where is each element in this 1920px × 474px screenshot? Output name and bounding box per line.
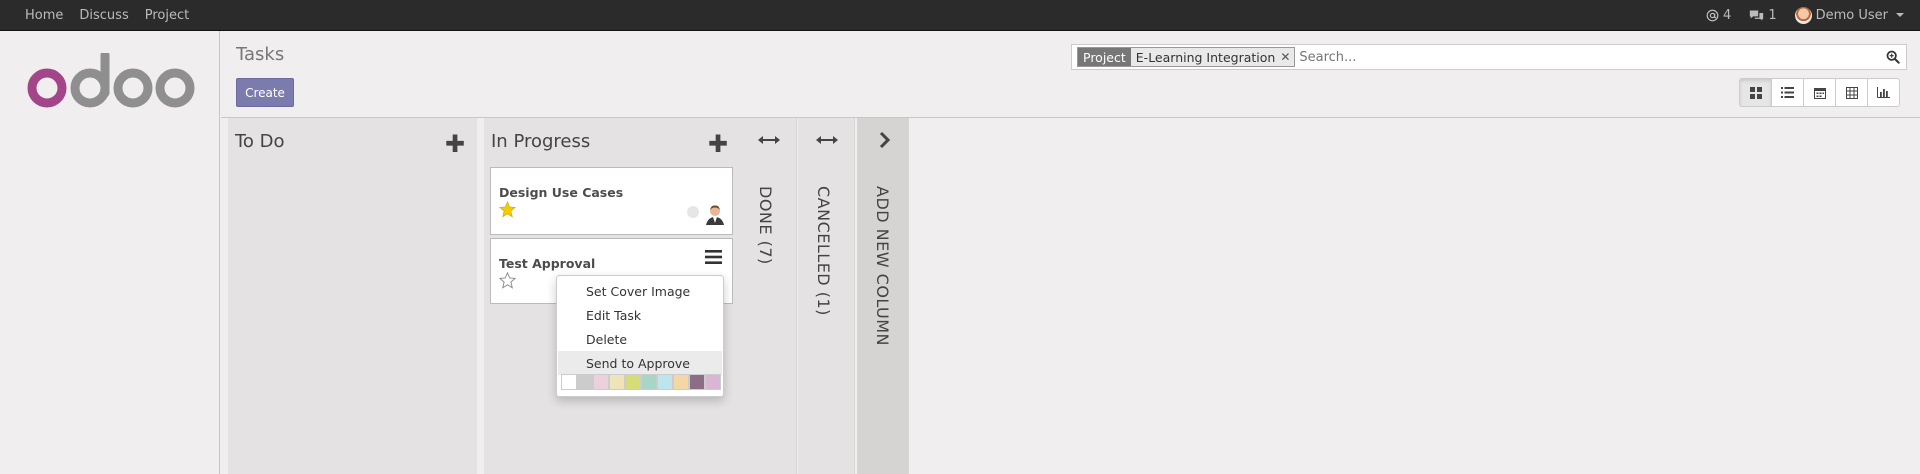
- systray: 4 1 Demo User: [1706, 0, 1904, 30]
- star-outline-icon[interactable]: [499, 272, 516, 289]
- kanban-state-dot[interactable]: [687, 206, 699, 218]
- color-swatch[interactable]: [689, 374, 705, 390]
- card-dropdown-menu: Set Cover Image Edit Task Delete Send to…: [556, 275, 724, 397]
- user-menu[interactable]: Demo User: [1794, 6, 1904, 24]
- color-swatch[interactable]: [641, 374, 657, 390]
- control-panel: Tasks Create Project E-Learning Integrat…: [221, 31, 1920, 118]
- graph-icon: [1877, 87, 1890, 98]
- chevron-down-icon: [1896, 13, 1904, 17]
- quick-create-plus-icon[interactable]: ✚: [708, 132, 728, 156]
- graph-view-button[interactable]: [1867, 78, 1900, 107]
- user-name: Demo User: [1815, 7, 1888, 23]
- user-avatar: [1794, 6, 1812, 24]
- menu-project[interactable]: Project: [145, 8, 189, 23]
- color-swatch[interactable]: [705, 374, 721, 390]
- pivot-icon: [1845, 86, 1858, 99]
- color-swatch[interactable]: [609, 374, 625, 390]
- facet-category: Project: [1078, 48, 1131, 66]
- folded-column-title: CANCELLED (1): [814, 186, 833, 316]
- create-button[interactable]: Create: [236, 78, 294, 107]
- kanban-view-button[interactable]: [1739, 78, 1772, 107]
- color-swatch[interactable]: [561, 374, 577, 390]
- color-swatch[interactable]: [625, 374, 641, 390]
- list-icon: [1781, 87, 1794, 98]
- kanban-card[interactable]: Design Use Cases: [490, 167, 733, 235]
- folded-column-done[interactable]: DONE (7): [740, 118, 797, 474]
- assignee-avatar: [704, 203, 726, 225]
- search-facet: Project E-Learning Integration ✕: [1077, 47, 1296, 67]
- search-bar[interactable]: Project E-Learning Integration ✕: [1071, 44, 1907, 70]
- menu-delete[interactable]: Delete: [558, 327, 722, 351]
- unfold-arrows-icon: [758, 136, 780, 144]
- view-switcher: [1739, 78, 1900, 107]
- star-filled-icon[interactable]: [499, 201, 516, 218]
- top-navbar: Home Discuss Project 4 1 Demo User: [0, 0, 1920, 31]
- menu-send-to-approve[interactable]: Send to Approve: [558, 351, 722, 375]
- mentions-count: 4: [1723, 7, 1732, 23]
- calendar-icon: [1813, 87, 1826, 99]
- facet-remove-icon[interactable]: ✕: [1280, 50, 1294, 64]
- color-swatch[interactable]: [673, 374, 689, 390]
- messages-button[interactable]: 1: [1749, 7, 1777, 23]
- search-icon[interactable]: [1886, 50, 1900, 64]
- main-menu: Home Discuss Project: [25, 0, 189, 30]
- at-sign-icon: [1706, 9, 1719, 21]
- mentions-button[interactable]: 4: [1706, 8, 1731, 23]
- menu-discuss[interactable]: Discuss: [79, 8, 128, 23]
- unfold-arrows-icon: [816, 136, 838, 144]
- facet-value: E-Learning Integration: [1135, 49, 1276, 65]
- card-title: Design Use Cases: [499, 185, 624, 200]
- folded-column-cancelled[interactable]: CANCELLED (1): [798, 118, 855, 474]
- column-title: To Do: [235, 131, 285, 152]
- add-new-column[interactable]: ADD NEW COLUMN: [857, 118, 909, 474]
- kanban-column-todo: To Do ✚: [228, 118, 477, 474]
- messages-count: 1: [1768, 7, 1777, 23]
- sidebar: [0, 31, 220, 474]
- color-swatch[interactable]: [593, 374, 609, 390]
- kanban-icon: [1749, 86, 1762, 99]
- calendar-view-button[interactable]: [1803, 78, 1836, 107]
- menu-edit-task[interactable]: Edit Task: [558, 303, 722, 327]
- column-title: In Progress: [491, 131, 591, 152]
- kanban-board: To Do ✚ In Progress ✚ Design Use Cases T…: [221, 118, 1920, 474]
- pivot-view-button[interactable]: [1835, 78, 1868, 107]
- color-swatch[interactable]: [577, 374, 593, 390]
- chevron-right-icon: [879, 132, 891, 148]
- search-input[interactable]: [1299, 49, 1906, 65]
- color-picker: [561, 374, 721, 390]
- comments-icon: [1750, 10, 1764, 20]
- card-menu-icon[interactable]: [705, 250, 722, 264]
- breadcrumb: Tasks: [236, 44, 285, 65]
- card-title: Test Approval: [499, 256, 596, 271]
- menu-set-cover-image[interactable]: Set Cover Image: [558, 279, 722, 303]
- menu-home[interactable]: Home: [25, 8, 63, 23]
- add-column-label: ADD NEW COLUMN: [873, 186, 892, 347]
- color-swatch[interactable]: [657, 374, 673, 390]
- odoo-logo[interactable]: [27, 53, 197, 115]
- list-view-button[interactable]: [1771, 78, 1804, 107]
- quick-create-plus-icon[interactable]: ✚: [445, 132, 465, 156]
- folded-column-title: DONE (7): [756, 186, 775, 265]
